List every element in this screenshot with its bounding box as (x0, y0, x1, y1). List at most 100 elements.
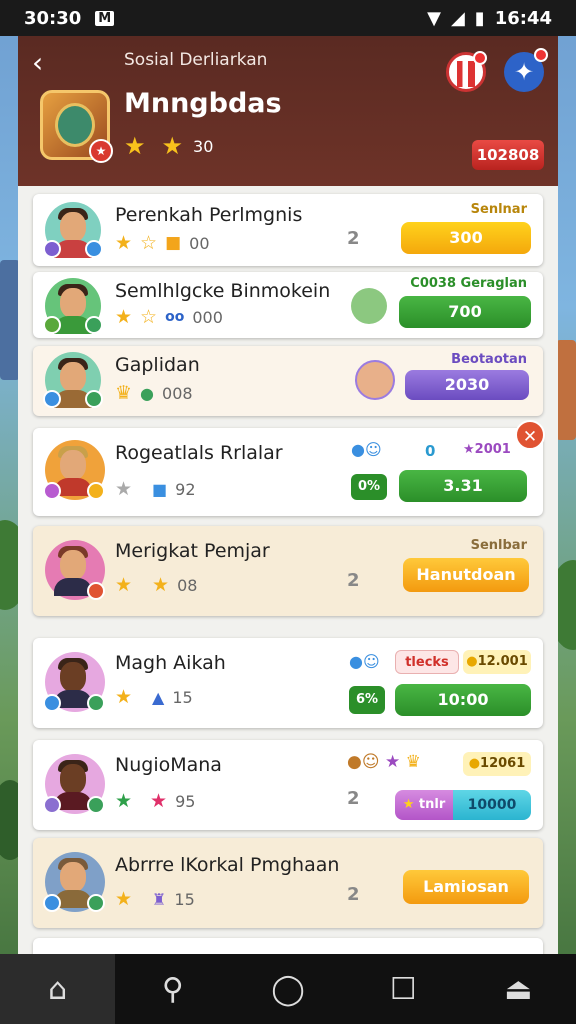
star-icon: ☆ (140, 306, 158, 328)
action-button[interactable]: Hanutdoan (403, 558, 529, 592)
player-stats: ♛ ● 008 (115, 382, 193, 404)
list-item[interactable]: Gaplidan ♛ ● 008 Beotaotan 2030 (33, 346, 543, 416)
small-value-text: 2001 (474, 442, 511, 457)
star-icon: ★ (161, 132, 184, 160)
square-icon: ☐ (389, 971, 417, 1007)
corner-badge-icon[interactable]: ✕ (515, 420, 545, 450)
star-icon: ★ (115, 478, 133, 500)
list-item[interactable]: Abrrre lKorkal Pmghaan ★ ♜ 15 2 Lamiosan (33, 838, 543, 928)
badge-icon (43, 390, 61, 408)
split-progress-button[interactable]: ★ tnlr 10000 (395, 790, 531, 820)
nav-home-circle[interactable]: ◯ (230, 954, 345, 1024)
star-icon: ★ (124, 132, 146, 160)
coin-tag: ●12.001 (463, 650, 531, 674)
badge-icon (87, 582, 105, 600)
nav-profile[interactable]: ⏏ (461, 954, 576, 1024)
nav-home[interactable]: ⌂ (0, 954, 116, 1024)
avatar (43, 278, 103, 334)
header-rating: ★ ★ 30 (124, 132, 213, 160)
action-button[interactable]: 2030 (405, 370, 529, 400)
action-button[interactable]: Lamiosan (403, 870, 529, 904)
rank-number: 2 (347, 788, 360, 809)
player-stats: ★ ☆ ■ 00 (115, 232, 210, 254)
list-item[interactable]: Semlhlgcke Binmokein ★ ☆ oo 000 C0038 Ge… (33, 272, 543, 338)
status-bar: 30:30 M ▼ ◢ ▮ 16:44 (0, 0, 576, 36)
badge-icon (87, 694, 105, 712)
header-subtitle: Sosial Derliarkan (124, 50, 268, 70)
action-button[interactable]: 3.31 (399, 470, 527, 502)
opponent-avatar (351, 288, 387, 324)
badge-icon (85, 390, 103, 408)
stat-value: 08 (177, 575, 198, 595)
game-badge-icon: ★ (89, 139, 113, 163)
avatar (43, 202, 103, 258)
nav-search[interactable]: ⚲ (115, 954, 230, 1024)
notification-dot-icon (534, 48, 548, 62)
badge-icon (43, 240, 61, 258)
row-label: C0038 Geraglan (410, 276, 527, 291)
rocket-icon: ▲ (152, 687, 165, 707)
avatar (45, 540, 105, 600)
row-label: Senlbar (470, 538, 527, 553)
badge-icon (43, 316, 61, 334)
badge-icon (85, 316, 103, 334)
score-pill[interactable]: 102808 (472, 140, 544, 170)
player-stats: ★ ★ 08 (115, 574, 197, 596)
home-icon: ⌂ (48, 971, 68, 1007)
badge-icon (87, 482, 105, 500)
rank-number: 2 (347, 228, 360, 249)
player-name: Gaplidan (115, 354, 200, 376)
square-icon: ■ (152, 479, 168, 499)
stat-value: 008 (162, 383, 193, 403)
player-stats: ★ ■ 92 (115, 478, 196, 500)
player-name: Merigkat Pemjar (115, 540, 270, 562)
gift-button[interactable] (446, 51, 487, 92)
emoji-icon: ●☺ (349, 652, 380, 671)
circle-icon: ◯ (271, 971, 305, 1007)
list-item[interactable]: NugioMana ★ ★ 95 2 ●☺ ★ ♛ ●12061 ★ tnlr … (33, 740, 543, 830)
list-item[interactable]: Rogeatlals Rrlalar ★ ■ 92 ●☺ 0 ★2001 ✕ 0… (33, 420, 545, 516)
list-item[interactable]: Merigkat Pemjar ★ ★ 08 2 Senlbar Hanutdo… (33, 526, 543, 616)
badge-icon (43, 894, 61, 912)
percent-tag: 0% (351, 474, 387, 500)
row-label: Beotaotan (451, 352, 527, 367)
cup-icon: ♜ (152, 889, 167, 909)
list-item[interactable] (33, 938, 543, 954)
coin-value: 12.001 (477, 654, 528, 669)
action-button[interactable]: 700 (399, 296, 531, 328)
split-left: ★ tnlr (395, 790, 453, 820)
percent-tag: 6% (349, 686, 385, 714)
game-title: Mnngbdas (124, 88, 282, 119)
list-item[interactable]: Perenkah Perlmgnis ★ ☆ ■ 00 2 Senlnar 30… (33, 194, 543, 266)
badge-icon (87, 894, 105, 912)
back-button[interactable]: ‹ (32, 49, 58, 77)
small-value: 0 (425, 442, 436, 460)
list-item[interactable]: Magh Aikah ★ ▲ 15 ●☺ tlecks ●12.001 6% 1… (33, 638, 543, 728)
action-button[interactable]: 300 (401, 222, 531, 254)
split-right: 10000 (453, 790, 531, 820)
coin-icon: ● (468, 756, 481, 771)
rating-value: 30 (193, 136, 214, 156)
nav-recents[interactable]: ☐ (346, 954, 461, 1024)
avatar (43, 352, 103, 408)
star-badge-button[interactable]: ✦ (504, 48, 548, 92)
game-logo[interactable]: ★ (40, 90, 113, 163)
coin-value: 12061 (480, 756, 526, 771)
status-time-left: 30:30 (24, 7, 82, 29)
opponent-avatar (355, 360, 395, 400)
small-value-alt: ★2001 (463, 442, 511, 457)
star-icon: ★ (463, 442, 475, 457)
trophy-icon: ♛ (115, 382, 133, 404)
stat-value: 92 (175, 479, 196, 499)
star-icon: ★ (152, 574, 170, 596)
badge-icon (43, 694, 61, 712)
player-stats: ★ ♜ 15 (115, 888, 195, 910)
player-stats: ★ ★ 95 (115, 790, 195, 812)
wifi-icon: ▼ (427, 7, 441, 29)
coin-tag: ●12061 (463, 752, 531, 776)
emoji-icon: ●☺ (351, 440, 382, 459)
infinity-icon: oo (165, 309, 185, 325)
star-icon: ★ (115, 790, 133, 812)
action-button[interactable]: 10:00 (395, 684, 531, 716)
game-header: ‹ Sosial Derliarkan ★ Mnngbdas ★ ★ 30 ✦ … (18, 36, 558, 186)
